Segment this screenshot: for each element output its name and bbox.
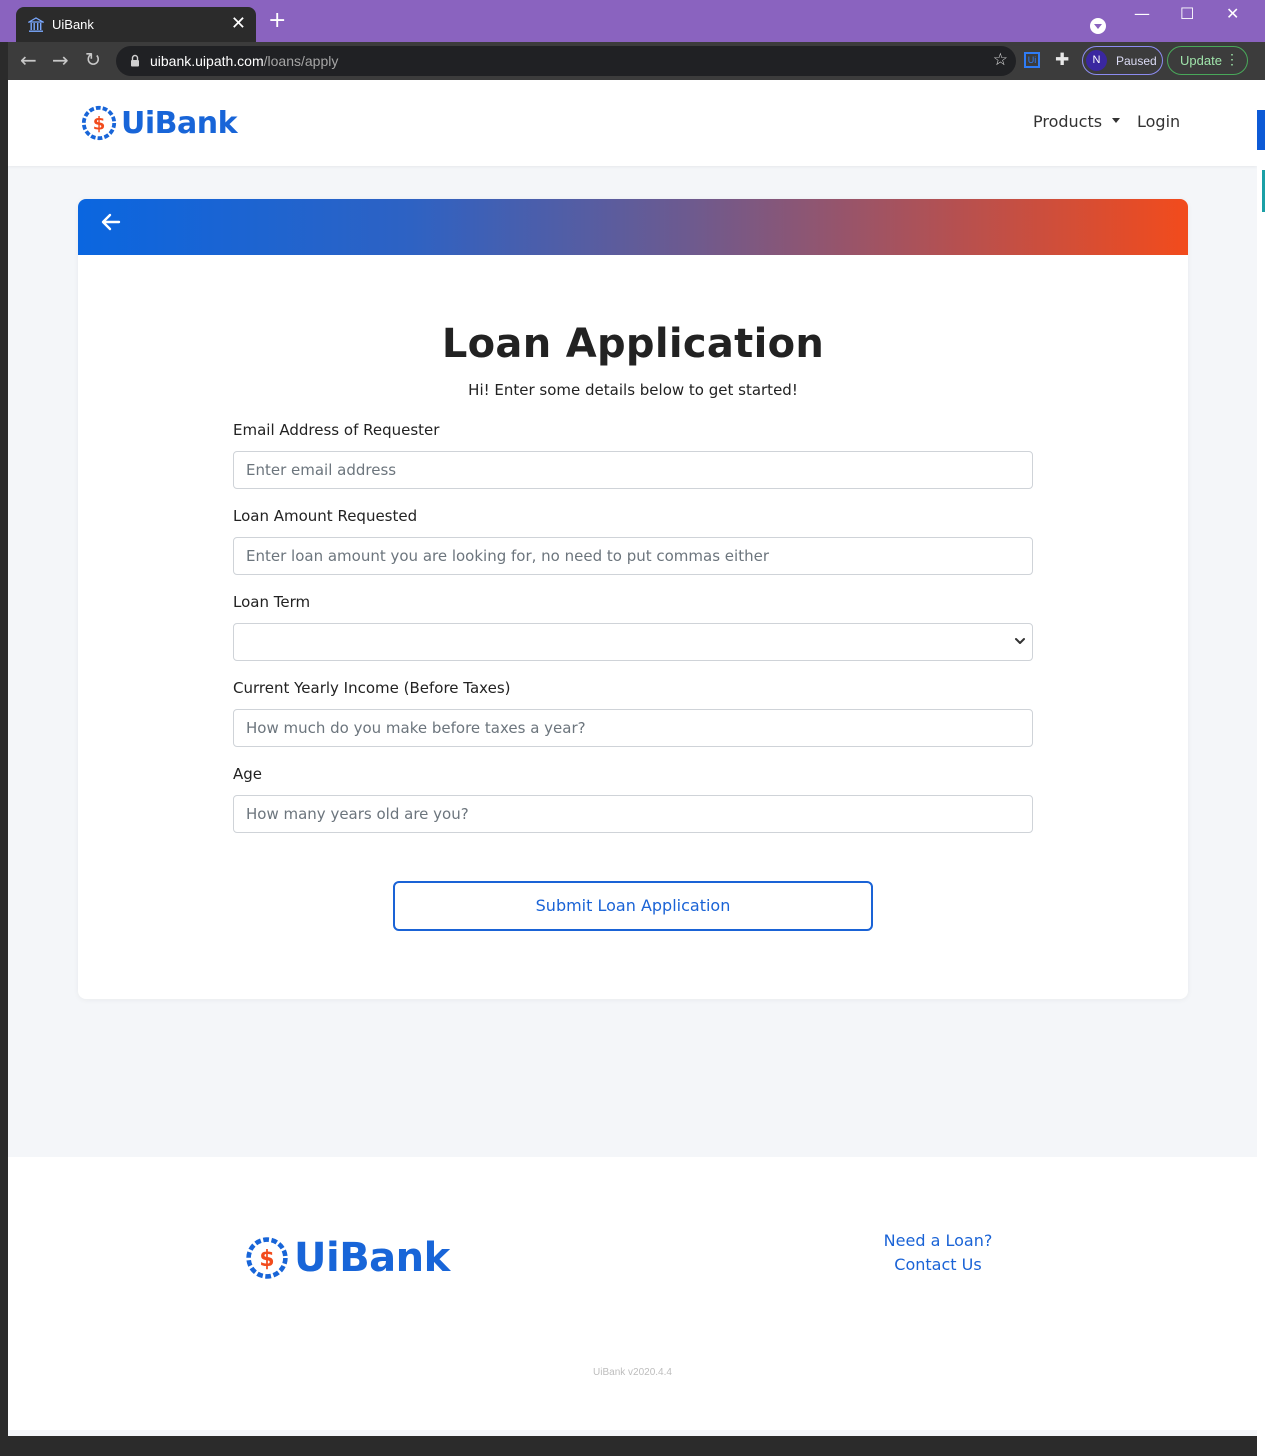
url-text: uibank.uipath.com/loans/apply: [150, 53, 338, 69]
card-gradient-banner: [78, 199, 1188, 255]
svg-text:$: $: [93, 114, 106, 135]
edge-accent-blue: [1257, 110, 1265, 150]
loan-term-select[interactable]: [233, 623, 1033, 661]
products-label: Products: [1033, 112, 1103, 131]
bookmark-star-icon[interactable]: ☆: [993, 50, 1008, 70]
loan-amount-label: Loan Amount Requested: [233, 507, 418, 525]
age-label: Age: [233, 765, 263, 783]
browser-toolbar: ← → ↻ uibank.uipath.com/loans/apply ☆ Ui…: [8, 42, 1265, 80]
lock-icon: [131, 54, 139, 67]
page-subtitle: Hi! Enter some details below to get star…: [468, 381, 798, 399]
window-minimize-icon[interactable]: —: [1134, 4, 1150, 23]
extensions-puzzle-icon[interactable]: ✚: [1055, 50, 1069, 70]
income-label: Current Yearly Income (Before Taxes): [233, 679, 511, 697]
browser-tab[interactable]: UiBank ✕: [16, 7, 256, 43]
adjacent-window-edge: [1257, 80, 1265, 1456]
products-dropdown[interactable]: Products: [1033, 112, 1121, 131]
url-host: uibank.uipath.com: [150, 53, 264, 69]
page-viewport: $ UiBank Products Login Loan Application…: [8, 80, 1257, 1436]
back-arrow-icon[interactable]: [100, 211, 122, 233]
menu-kebab-icon[interactable]: ⋮: [1225, 51, 1239, 68]
browser-tabstrip: UiBank ✕ + — ☐ ✕: [0, 0, 1265, 43]
new-tab-icon[interactable]: +: [268, 10, 286, 32]
version-text: UiBank v2020.4.4: [593, 1367, 672, 1378]
loan-term-label: Loan Term: [233, 593, 311, 611]
page-title: Loan Application: [441, 321, 825, 367]
footer-logo[interactable]: $ UiBank: [244, 1235, 450, 1281]
site-header: $ UiBank Products Login: [8, 80, 1257, 166]
reload-icon[interactable]: ↻: [85, 50, 101, 70]
address-bar[interactable]: uibank.uipath.com/loans/apply ☆: [116, 46, 1016, 76]
url-path: /loans/apply: [263, 53, 339, 69]
email-field[interactable]: [233, 451, 1033, 489]
chevron-down-icon: [1015, 638, 1025, 644]
tab-close-icon[interactable]: ✕: [231, 13, 246, 34]
contact-us-link[interactable]: Contact Us: [848, 1255, 1028, 1274]
svg-text:$: $: [259, 1247, 274, 1272]
header-logo[interactable]: $ UiBank: [80, 104, 238, 142]
need-a-loan-link[interactable]: Need a Loan?: [848, 1231, 1028, 1250]
update-label: Update: [1180, 53, 1222, 68]
profile-status-label: Paused: [1116, 54, 1157, 68]
profile-avatar: N: [1086, 50, 1107, 71]
window-maximize-icon[interactable]: ☐: [1180, 4, 1194, 23]
footer-logo-wordmark: UiBank: [294, 1235, 450, 1281]
tab-title: UiBank: [52, 17, 94, 32]
site-footer: $ UiBank Need a Loan? Contact Us UiBank …: [8, 1157, 1257, 1430]
window-close-icon[interactable]: ✕: [1226, 4, 1239, 23]
dollar-badge-logo-icon: $: [81, 105, 117, 141]
login-link[interactable]: Login: [1137, 112, 1180, 131]
bank-favicon-icon: [28, 17, 44, 32]
forward-icon[interactable]: →: [52, 50, 69, 70]
submit-loan-application-button[interactable]: Submit Loan Application: [393, 881, 873, 931]
update-button[interactable]: Update ⋮: [1167, 46, 1248, 75]
logo-wordmark: UiBank: [121, 105, 238, 141]
income-field[interactable]: [233, 709, 1033, 747]
caret-down-icon: [1112, 118, 1121, 123]
age-field[interactable]: [233, 795, 1033, 833]
tab-search-icon[interactable]: [1090, 18, 1106, 34]
dollar-badge-logo-icon: $: [246, 1237, 288, 1279]
profile-paused-button[interactable]: N Paused: [1082, 46, 1163, 75]
back-icon[interactable]: ←: [20, 50, 37, 70]
loan-amount-field[interactable]: [233, 537, 1033, 575]
email-label: Email Address of Requester: [233, 421, 440, 439]
loan-application-card: Loan Application Hi! Enter some details …: [78, 199, 1188, 999]
uipath-extension-icon[interactable]: Ui: [1024, 52, 1040, 68]
